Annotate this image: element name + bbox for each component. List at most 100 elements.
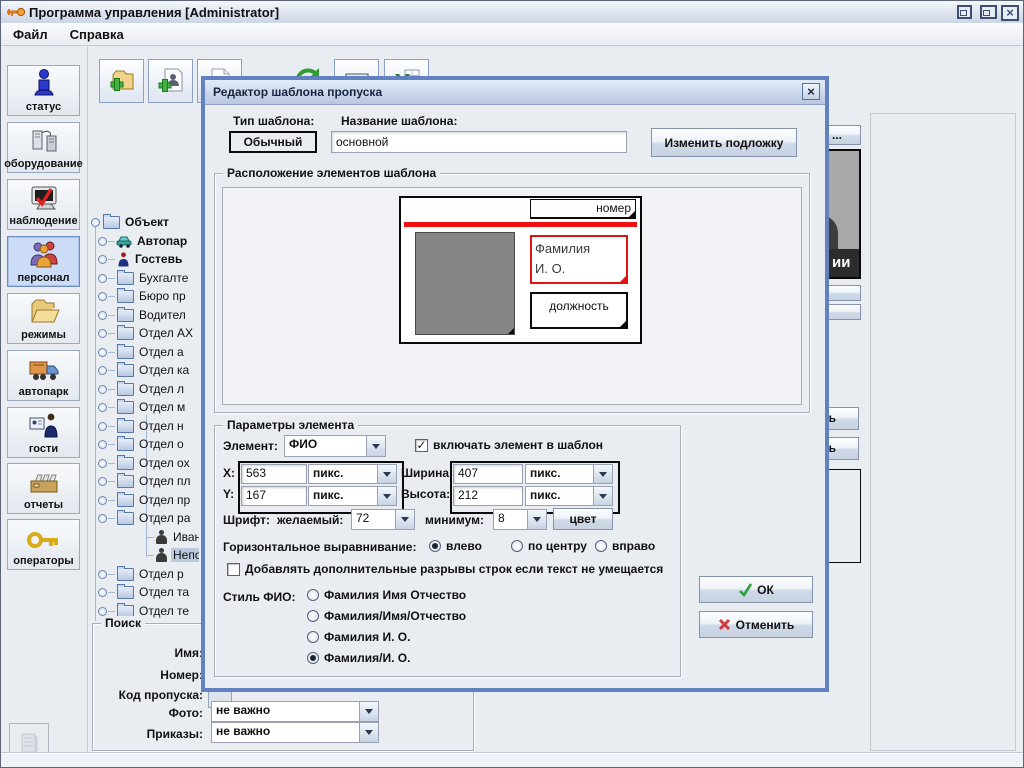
search-photo-select[interactable]: не важно: [211, 701, 379, 722]
y-unit-select[interactable]: пикс.: [308, 486, 397, 506]
red-line-element[interactable]: [404, 222, 637, 227]
tree-expand-knob[interactable]: [98, 366, 107, 375]
tree-item[interactable]: Отдел ка: [89, 361, 199, 379]
tree-expand-knob[interactable]: [98, 403, 107, 412]
tree-item[interactable]: Отдел та: [89, 583, 199, 601]
tree-expand-knob[interactable]: [98, 588, 107, 597]
radio-selected[interactable]: [429, 540, 441, 552]
object-tree[interactable]: Объект Автопар Гостевь Бухгалте Бюро пр …: [89, 105, 199, 621]
maximize-button[interactable]: [980, 5, 997, 19]
menu-help[interactable]: Справка: [70, 27, 124, 42]
tree-expand-knob[interactable]: [98, 274, 107, 283]
font-desired-select[interactable]: 72: [351, 509, 415, 530]
chevron-down-icon[interactable]: [593, 465, 612, 483]
tree-item[interactable]: Отдел о: [89, 435, 199, 453]
radio[interactable]: [511, 540, 523, 552]
tree-expand-knob[interactable]: [98, 422, 107, 431]
chevron-down-icon[interactable]: [593, 487, 612, 505]
align-center-option[interactable]: по центру: [511, 539, 587, 553]
tree-item[interactable]: Отдел АХ: [89, 324, 199, 342]
tree-item-person-selected[interactable]: Непо: [89, 546, 199, 564]
tree-expand-knob[interactable]: [98, 237, 107, 246]
tree-expand-knob[interactable]: [98, 477, 107, 486]
chevron-down-icon[interactable]: [359, 702, 378, 721]
sidebar-item-equipment[interactable]: оборудование: [7, 122, 80, 173]
tree-expand-knob[interactable]: [98, 459, 107, 468]
tree-item[interactable]: Бухгалте: [89, 269, 199, 287]
minimize-button[interactable]: [957, 5, 972, 19]
position-element[interactable]: должность: [530, 292, 628, 329]
chevron-down-icon[interactable]: [359, 723, 378, 742]
resize-handle[interactable]: [620, 276, 626, 282]
sidebar-item-monitoring[interactable]: наблюдение: [7, 179, 80, 230]
tree-expand-knob[interactable]: [98, 255, 107, 264]
tree-item-expanded[interactable]: Отдел ра: [89, 509, 199, 527]
radio[interactable]: [595, 540, 607, 552]
pass-card-preview[interactable]: номер Фамилия И. О. должность: [399, 196, 642, 344]
fio-style-option-3[interactable]: Фамилия И. О.: [307, 630, 410, 644]
tree-expand-knob[interactable]: [98, 440, 107, 449]
tree-item-person[interactable]: Иван: [89, 528, 199, 546]
tree-item[interactable]: Автопар: [89, 232, 199, 250]
fio-element-selected[interactable]: Фамилия И. О.: [530, 235, 628, 284]
cancel-button[interactable]: Отменить: [699, 611, 813, 638]
chevron-down-icon[interactable]: [366, 436, 385, 456]
sidebar-item-fleet[interactable]: автопарк: [7, 350, 80, 401]
width-input[interactable]: 407: [453, 464, 523, 484]
chevron-down-icon[interactable]: [395, 510, 414, 529]
number-element[interactable]: номер: [530, 199, 636, 219]
menu-file[interactable]: Файл: [13, 27, 48, 42]
fio-style-option-2[interactable]: Фамилия/Имя/Отчество: [307, 609, 466, 623]
tree-expand-knob[interactable]: [98, 514, 107, 523]
tree-expand-knob[interactable]: [98, 292, 107, 301]
height-input[interactable]: 212: [453, 486, 523, 506]
ok-button[interactable]: ОК: [699, 576, 813, 603]
x-unit-select[interactable]: пикс.: [308, 464, 397, 484]
sidebar-item-operators[interactable]: операторы: [7, 519, 80, 570]
fio-style-option-4[interactable]: Фамилия/И. О.: [307, 651, 410, 665]
fio-style-option-1[interactable]: Фамилия Имя Отчество: [307, 588, 466, 602]
tree-item[interactable]: Отдел м: [89, 398, 199, 416]
dialog-titlebar[interactable]: Редактор шаблона пропуска ×: [205, 80, 825, 105]
tree-expand-knob[interactable]: [98, 329, 107, 338]
template-type-value[interactable]: Обычный: [229, 131, 317, 153]
sidebar-item-modes[interactable]: режимы: [7, 293, 80, 344]
add-person-button[interactable]: [148, 59, 193, 103]
chevron-down-icon[interactable]: [527, 510, 546, 529]
sidebar-item-reports[interactable]: отчеты: [7, 463, 80, 514]
tree-item[interactable]: Отдел ох: [89, 454, 199, 472]
height-unit-select[interactable]: пикс.: [525, 486, 613, 506]
change-background-button[interactable]: Изменить подложку: [651, 128, 797, 157]
sidebar-item-status[interactable]: статус: [7, 65, 80, 116]
template-name-input[interactable]: основной: [331, 131, 627, 153]
radio[interactable]: [307, 631, 319, 643]
y-input[interactable]: 167: [241, 486, 307, 506]
font-min-select[interactable]: 8: [493, 509, 547, 530]
close-button[interactable]: ×: [1001, 5, 1019, 21]
tree-expand-knob[interactable]: [98, 385, 107, 394]
color-button[interactable]: цвет: [553, 508, 613, 530]
tree-expand-knob[interactable]: [98, 496, 107, 505]
align-right-option[interactable]: вправо: [595, 539, 655, 553]
include-checkbox-checked[interactable]: ✓: [415, 439, 428, 452]
tree-item[interactable]: Отдел л: [89, 380, 199, 398]
resize-handle[interactable]: [620, 321, 626, 327]
search-orders-select[interactable]: не важно: [211, 722, 379, 743]
chevron-down-icon[interactable]: [377, 487, 396, 505]
tree-expand-knob[interactable]: [98, 311, 107, 320]
x-input[interactable]: 563: [241, 464, 307, 484]
align-left-option[interactable]: влево: [429, 539, 482, 553]
tree-item[interactable]: Отдел пр: [89, 491, 199, 509]
add-department-button[interactable]: [99, 59, 144, 103]
radio[interactable]: [307, 589, 319, 601]
resize-handle[interactable]: [629, 211, 635, 217]
tree-expand-knob[interactable]: [98, 570, 107, 579]
width-unit-select[interactable]: пикс.: [525, 464, 613, 484]
tree-item[interactable]: Бюро пр: [89, 287, 199, 305]
tree-expand-knob[interactable]: [98, 348, 107, 357]
window-titlebar[interactable]: Программа управления [Administrator]: [1, 1, 1024, 24]
tree-item[interactable]: Отдел н: [89, 417, 199, 435]
dialog-close-icon[interactable]: ×: [802, 83, 820, 100]
tree-expand-knob[interactable]: [98, 607, 107, 616]
tree-item[interactable]: Отдел пл: [89, 472, 199, 490]
